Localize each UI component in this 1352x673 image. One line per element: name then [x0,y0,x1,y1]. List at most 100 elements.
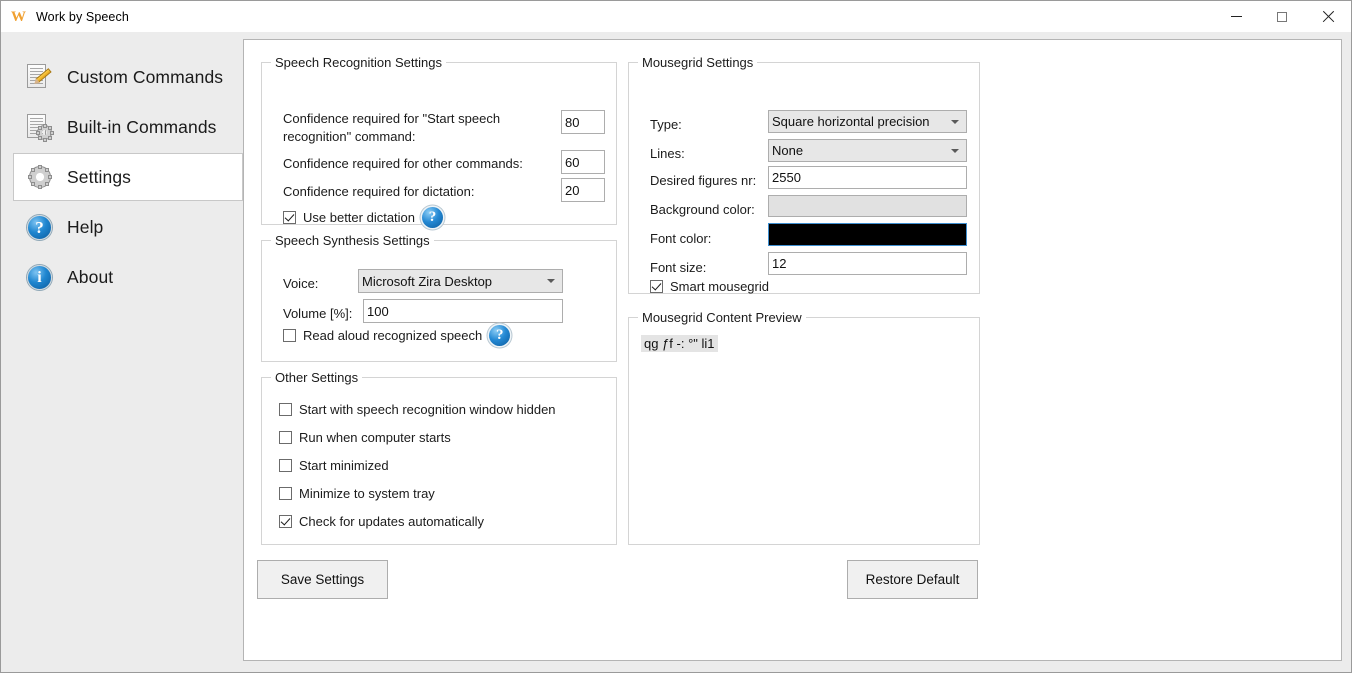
start-hidden-row[interactable]: Start with speech recognition window hid… [279,402,556,417]
confidence-dictation-value: 20 [565,182,580,198]
confidence-other-input[interactable]: 60 [561,150,605,174]
mousegrid-type-label: Type: [650,117,682,132]
mousegrid-preview-sample: qg ƒf -: °" li1 [641,335,718,352]
mousegrid-group-title: Mousegrid Settings [638,55,758,70]
sidebar-item-help[interactable]: ? Help [14,203,242,251]
sidebar-item-custom-commands[interactable]: Custom Commands [14,53,242,101]
font-color-swatch[interactable] [768,223,967,246]
font-color-label: Font color: [650,231,712,246]
desired-figures-input[interactable]: 2550 [768,166,967,189]
use-better-dictation-row[interactable]: Use better dictation ? [283,207,444,228]
run-on-startup-row[interactable]: Run when computer starts [279,430,451,445]
confidence-dictation-input[interactable]: 20 [561,178,605,202]
font-size-label: Font size: [650,260,707,275]
sidebar-item-label: Built-in Commands [67,116,217,137]
background-color-swatch[interactable] [768,195,967,217]
maximize-icon [1277,11,1287,22]
confidence-other-label: Confidence required for other commands: [283,156,523,171]
minimize-button[interactable] [1213,1,1259,32]
voice-label: Voice: [283,276,319,291]
other-settings-group: Other Settings Start with speech recogni… [261,370,617,545]
save-settings-label: Save Settings [280,572,365,587]
restore-default-button[interactable]: Restore Default [847,560,978,599]
run-on-startup-checkbox[interactable] [279,431,292,444]
sidebar-item-builtin-commands[interactable]: Built-in Commands [14,103,242,151]
mousegrid-type-select[interactable]: Square horizontal precision [768,110,967,133]
sidebar-item-about[interactable]: i About [14,253,242,301]
check-updates-row[interactable]: Check for updates automatically [279,514,484,529]
chevron-down-icon [951,148,959,153]
use-better-dictation-label: Use better dictation [303,210,416,225]
minimize-to-tray-checkbox[interactable] [279,487,292,500]
check-updates-label: Check for updates automatically [299,514,484,529]
save-settings-button[interactable]: Save Settings [257,560,388,599]
confidence-start-value: 80 [565,114,580,130]
mousegrid-lines-label: Lines: [650,146,685,161]
confidence-other-value: 60 [565,154,580,170]
sidebar-item-label: Custom Commands [67,66,224,87]
speech-recognition-group: Speech Recognition Settings Confidence r… [261,55,617,228]
font-size-input[interactable]: 12 [768,252,967,275]
restore-default-label: Restore Default [865,572,960,587]
use-better-dictation-checkbox[interactable] [283,211,296,224]
sidebar-item-settings[interactable]: Settings [13,153,243,201]
confidence-start-input[interactable]: 80 [561,110,605,134]
smart-mousegrid-row[interactable]: Smart mousegrid [650,279,769,294]
voice-value: Microsoft Zira Desktop [362,273,493,289]
start-minimized-row[interactable]: Start minimized [279,458,389,473]
speech-synthesis-group: Speech Synthesis Settings Voice: Microso… [261,233,617,362]
volume-label: Volume [%]: [283,306,353,321]
chevron-down-icon [547,279,555,283]
desired-figures-value: 2550 [772,170,801,185]
voice-select[interactable]: Microsoft Zira Desktop [358,269,563,293]
read-aloud-help-icon[interactable]: ? [489,325,511,346]
volume-input[interactable]: 100 [363,299,563,323]
confidence-dictation-label: Confidence required for dictation: [283,184,475,199]
sidebar-item-label: Help [67,216,104,237]
run-on-startup-label: Run when computer starts [299,430,451,445]
sidebar-item-label: About [67,266,114,287]
window-title: Work by Speech [36,9,129,24]
start-hidden-label: Start with speech recognition window hid… [299,402,556,417]
question-circle-icon: ? [24,212,54,242]
start-minimized-checkbox[interactable] [279,459,292,472]
start-minimized-label: Start minimized [299,458,389,473]
speech-synthesis-group-title: Speech Synthesis Settings [271,233,434,248]
background-color-label: Background color: [650,202,755,217]
read-aloud-label: Read aloud recognized speech [303,328,483,343]
w-logo-icon: W [11,9,26,25]
volume-value: 100 [367,303,389,319]
confidence-start-label: Confidence required for "Start speech re… [283,111,501,144]
minimize-icon [1230,16,1242,17]
read-aloud-row[interactable]: Read aloud recognized speech ? [283,325,511,346]
mousegrid-lines-value: None [772,143,804,158]
font-size-value: 12 [772,256,787,271]
chevron-down-icon [951,119,959,124]
smart-mousegrid-checkbox[interactable] [650,280,663,293]
title-bar: W Work by Speech [1,1,1351,32]
title-bar-left: W Work by Speech [11,1,129,32]
sidebar-item-label: Settings [67,166,132,187]
window-controls [1213,1,1351,32]
desired-figures-label: Desired figures nr: [650,173,757,188]
mousegrid-type-value: Square horizontal precision [772,114,930,129]
other-settings-group-title: Other Settings [271,370,363,385]
speech-recognition-group-title: Speech Recognition Settings [271,55,446,70]
document-pencil-icon [24,62,54,92]
app-window: W Work by Speech Custom Commands Built-i… [0,0,1352,673]
close-button[interactable] [1305,1,1351,32]
settings-content-panel: Speech Recognition Settings Confidence r… [243,39,1342,661]
info-circle-icon: i [24,262,54,292]
document-gear-icon [24,112,54,142]
minimize-to-tray-row[interactable]: Minimize to system tray [279,486,435,501]
maximize-button[interactable] [1259,1,1305,32]
smart-mousegrid-label: Smart mousegrid [670,279,769,294]
minimize-to-tray-label: Minimize to system tray [299,486,435,501]
check-updates-checkbox[interactable] [279,515,292,528]
mousegrid-lines-select[interactable]: None [768,139,967,162]
better-dictation-help-icon[interactable]: ? [422,207,444,228]
read-aloud-checkbox[interactable] [283,329,296,342]
start-hidden-checkbox[interactable] [279,403,292,416]
mousegrid-settings-group: Mousegrid Settings Type: Square horizont… [628,55,980,294]
close-icon [1322,11,1334,23]
